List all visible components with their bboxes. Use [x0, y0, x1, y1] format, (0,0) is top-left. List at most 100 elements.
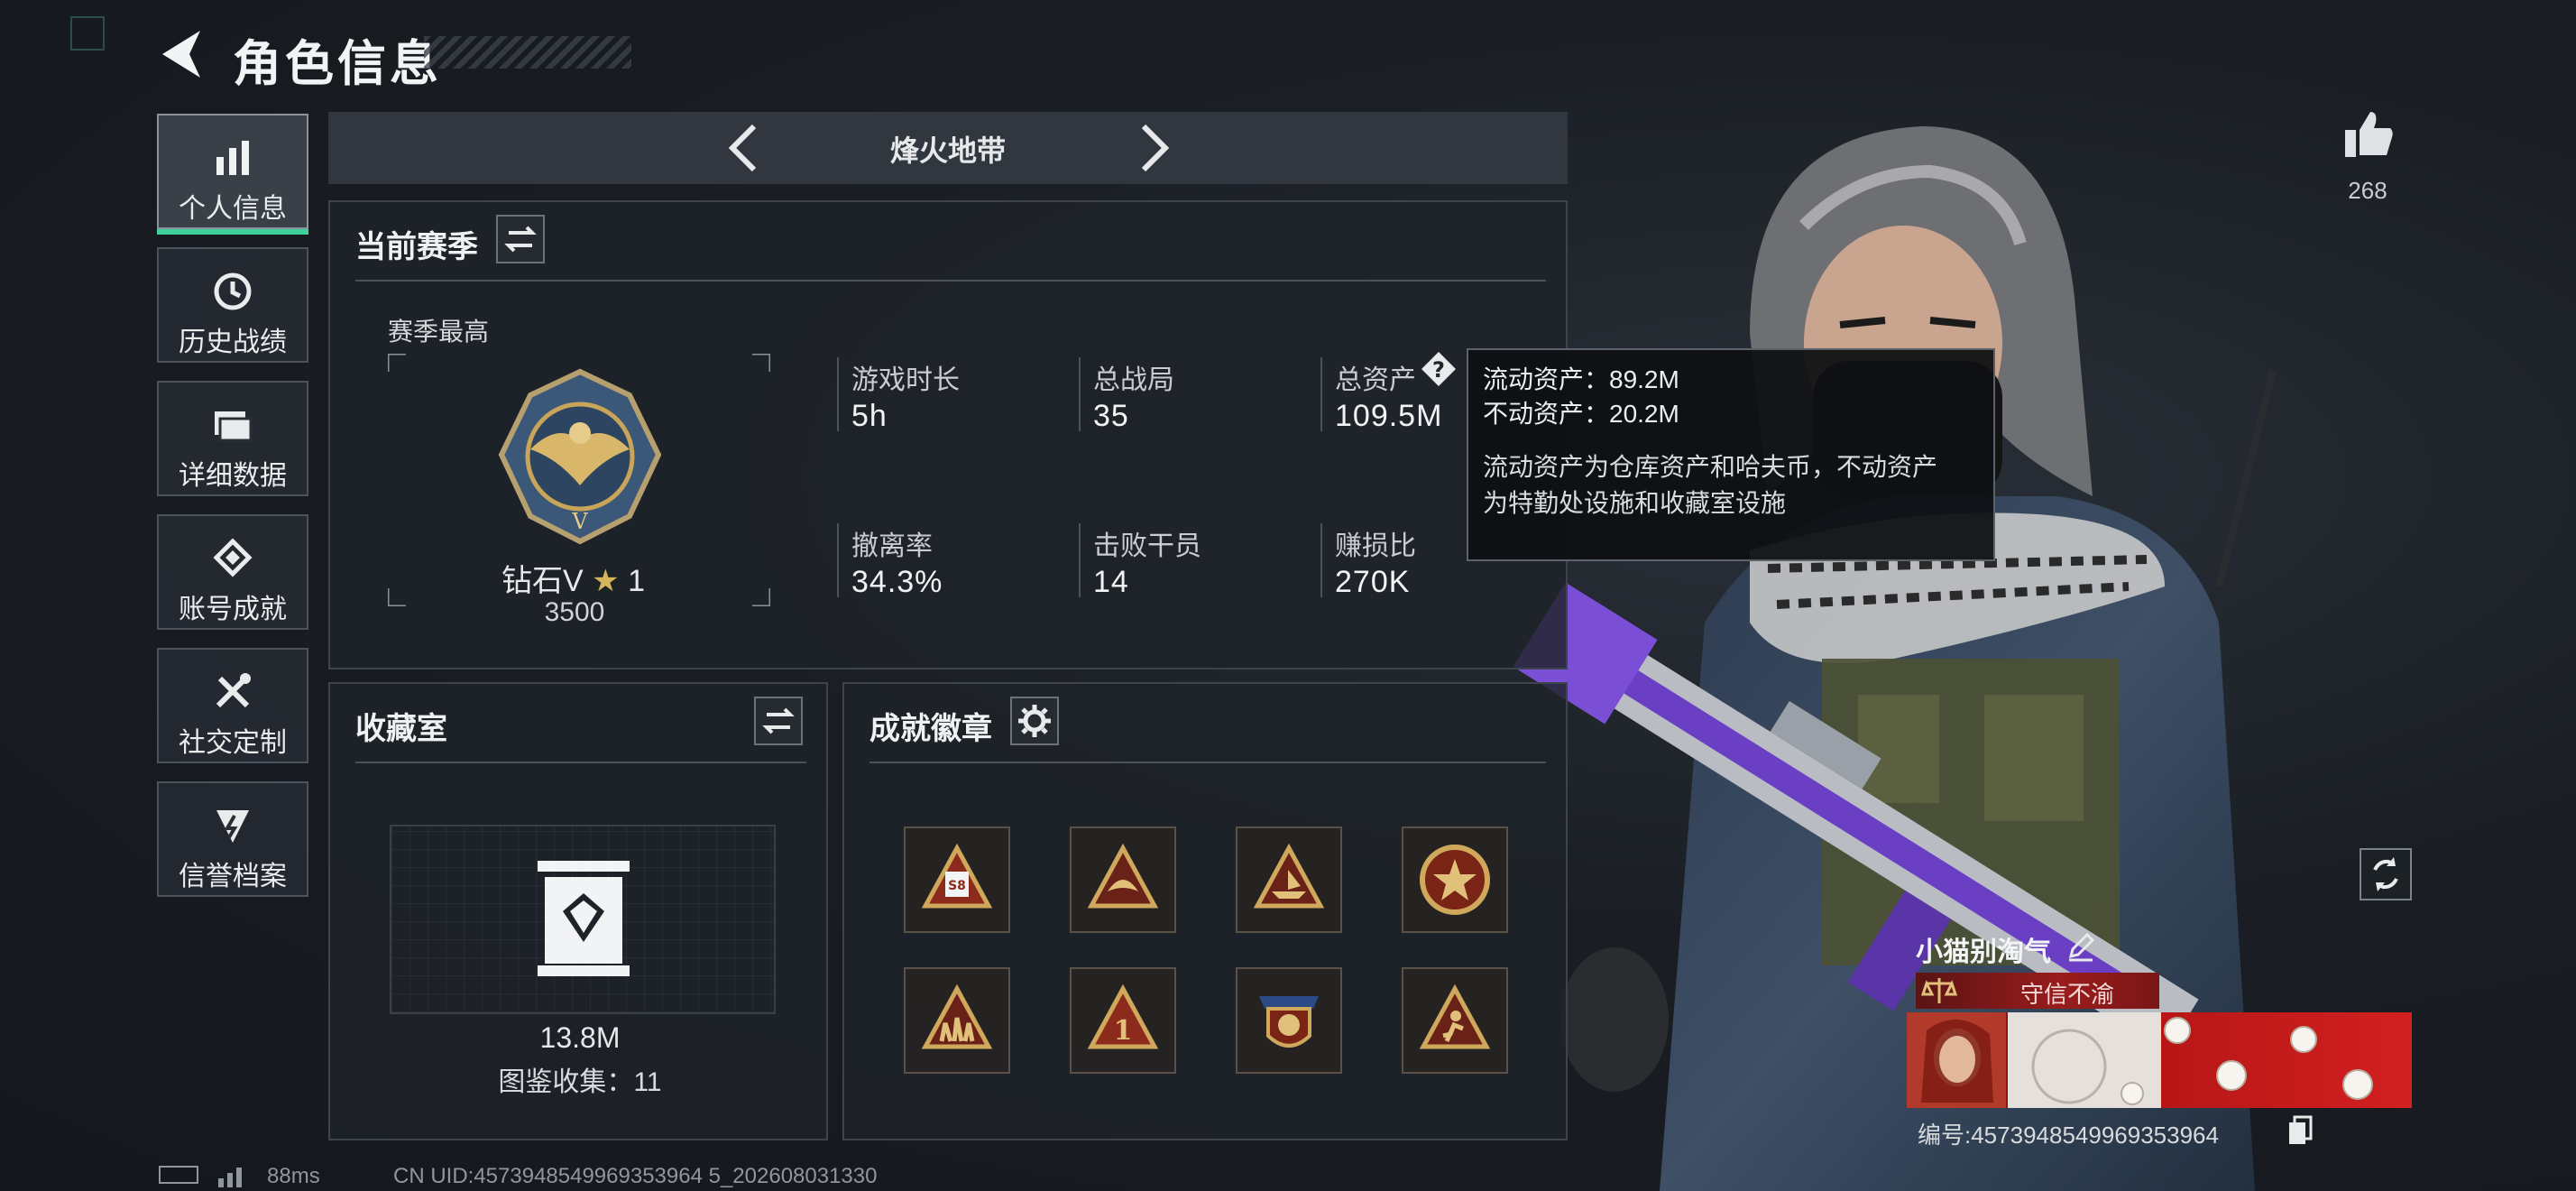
ping-text: 88ms: [267, 1164, 320, 1188]
svg-text:1: 1: [1114, 1015, 1133, 1047]
page-title: 角色信息: [233, 37, 442, 91]
collection-panel: 收藏室 13.8M 图鉴收集：11: [328, 682, 828, 1140]
svg-text:?: ?: [1432, 357, 1445, 383]
season-best-label: 赛季最高: [388, 318, 490, 346]
sidebar-item-achievements[interactable]: 账号成就: [157, 514, 308, 630]
stat-label-total-assets: 总资产: [1335, 365, 1416, 395]
refresh-icon: [2373, 857, 2398, 891]
refresh-button[interactable]: [2360, 848, 2412, 900]
badges-panel: 成就徽章 S8 1: [842, 682, 1568, 1140]
swap-icon: [504, 226, 537, 253]
edit-icon[interactable]: [2065, 931, 2096, 962]
rank-name: 钻石V: [501, 564, 584, 598]
stat-label-kills: 击败干员: [1093, 531, 1201, 561]
chevron-right-icon[interactable]: [1136, 123, 1173, 173]
rank-emblem-icon: V: [498, 368, 662, 545]
badge-slot[interactable]: 1: [1070, 967, 1176, 1074]
tooltip-note: 流动资产为仓库资产和哈夫币，不动资产 为特勤处设施和收藏室设施: [1483, 453, 1938, 517]
vault-diamond-icon: [538, 861, 630, 976]
tools-icon: [216, 673, 251, 708]
svg-text:V: V: [571, 509, 588, 534]
sidebar-item-label: 社交定制: [179, 728, 287, 758]
rank-stars: 1: [628, 564, 645, 598]
stat-label-playtime: 游戏时长: [851, 365, 960, 395]
copy-icon[interactable]: [2287, 1115, 2314, 1146]
sidebar-item-label: 个人信息: [179, 194, 287, 224]
badge-slot[interactable]: [1236, 826, 1342, 933]
season-switch-button[interactable]: [496, 215, 545, 263]
stat-value-kills: 14: [1093, 565, 1129, 599]
svg-text:S8: S8: [948, 879, 966, 893]
season-title: 当前赛季: [355, 230, 478, 264]
history-clock-icon: [214, 272, 252, 310]
banner-art: [1907, 1012, 2373, 1108]
achievement-icon: [213, 538, 253, 577]
sidebar-item-social[interactable]: 社交定制: [157, 648, 308, 763]
battery-icon: [159, 1166, 198, 1184]
badges-title: 成就徽章: [869, 712, 992, 746]
scale-title-icon: [1921, 978, 1957, 1003]
stat-label-profit-ratio: 赚损比: [1335, 531, 1416, 561]
stat-value-matches: 35: [1093, 399, 1129, 433]
stat-value-playtime: 5h: [851, 399, 888, 433]
season-panel: 当前赛季 赛季最高 V 钻石V ★ 1 3500 游戏时长 5h 总战局 35 …: [328, 200, 1568, 669]
player-title: 守信不渝: [2019, 981, 2114, 1008]
stat-label-extraction-rate: 撤离率: [851, 531, 933, 561]
number-one-badge-icon: 1: [1087, 983, 1159, 1049]
thumbs-up-icon[interactable]: [2341, 106, 2396, 161]
tooltip-fixed-assets: 不动资产：20.2M: [1483, 400, 1679, 428]
sidebar-item-reputation[interactable]: 信誉档案: [157, 781, 308, 897]
mode-selector: 烽火地带: [328, 112, 1568, 184]
sidebar-item-history[interactable]: 历史战绩: [157, 247, 308, 363]
back-icon[interactable]: [155, 27, 206, 81]
badge-slot[interactable]: [904, 967, 1010, 1074]
swap-icon: [762, 707, 795, 734]
boat-badge-icon: [1253, 843, 1325, 909]
shield-flash-icon: [216, 810, 249, 843]
badge-slot[interactable]: [1402, 967, 1508, 1074]
badge-slot[interactable]: [1402, 826, 1508, 933]
player-banner: [1907, 1012, 2412, 1108]
s8-badge-icon: S8: [921, 843, 993, 909]
badge-slot[interactable]: S8: [904, 826, 1010, 933]
folder-icon: [215, 411, 253, 442]
assets-tooltip: 流动资产：89.2M 不动资产：20.2M 流动资产为仓库资产和哈夫币，不动资产…: [1467, 348, 1995, 561]
runner-badge-icon: [1419, 983, 1491, 1049]
collection-switch-button[interactable]: [754, 697, 803, 745]
mode-label: 烽火地带: [889, 134, 1006, 167]
sidebar-item-label: 信誉档案: [179, 862, 287, 891]
player-name: 小猫别淘气: [1916, 937, 2051, 967]
bird-badge-icon: [1087, 843, 1159, 909]
rank-score: 3500: [544, 597, 605, 627]
collection-room-preview[interactable]: [390, 825, 776, 1014]
badges-settings-button[interactable]: [1010, 697, 1059, 745]
collection-title: 收藏室: [355, 712, 447, 746]
corner-decoration: [70, 16, 105, 51]
crest-shield-icon: [1259, 996, 1319, 1048]
stat-label-matches: 总战局: [1093, 365, 1174, 395]
squad-badge-icon: [921, 983, 993, 1049]
stat-value-profit-ratio: 270K: [1335, 565, 1411, 599]
bar-chart-icon: [216, 141, 249, 175]
tooltip-liquid-assets: 流动资产：89.2M: [1483, 365, 1679, 393]
sidebar-item-label: 详细数据: [179, 461, 287, 491]
player-id: 编号:4573948549969353964: [1918, 1122, 2219, 1149]
sidebar-item-label: 历史战绩: [179, 328, 287, 357]
signal-icon: [218, 1168, 242, 1187]
title-decoration: [424, 36, 631, 69]
badge-slot[interactable]: [1236, 967, 1342, 1074]
rank-name-row: 钻石V ★ 1: [501, 556, 645, 600]
star-medal-icon: [1420, 845, 1490, 915]
gear-icon: [1018, 705, 1051, 737]
collection-value: 13.8M: [539, 1021, 621, 1054]
sidebar-item-detailed-data[interactable]: 详细数据: [157, 381, 308, 496]
stat-value-extraction-rate: 34.3%: [851, 565, 943, 599]
stat-value-total-assets: 109.5M: [1335, 399, 1443, 433]
star-icon: ★: [592, 564, 620, 598]
badge-slot[interactable]: [1070, 826, 1176, 933]
collection-count: 图鉴收集：11: [498, 1067, 662, 1097]
like-count: 268: [2348, 177, 2387, 204]
sidebar-item-personal-info[interactable]: 个人信息: [157, 114, 308, 235]
help-icon[interactable]: ?: [1420, 350, 1458, 388]
uid-text: CN UID:4573948549969353964 5_20260803133…: [393, 1164, 878, 1188]
